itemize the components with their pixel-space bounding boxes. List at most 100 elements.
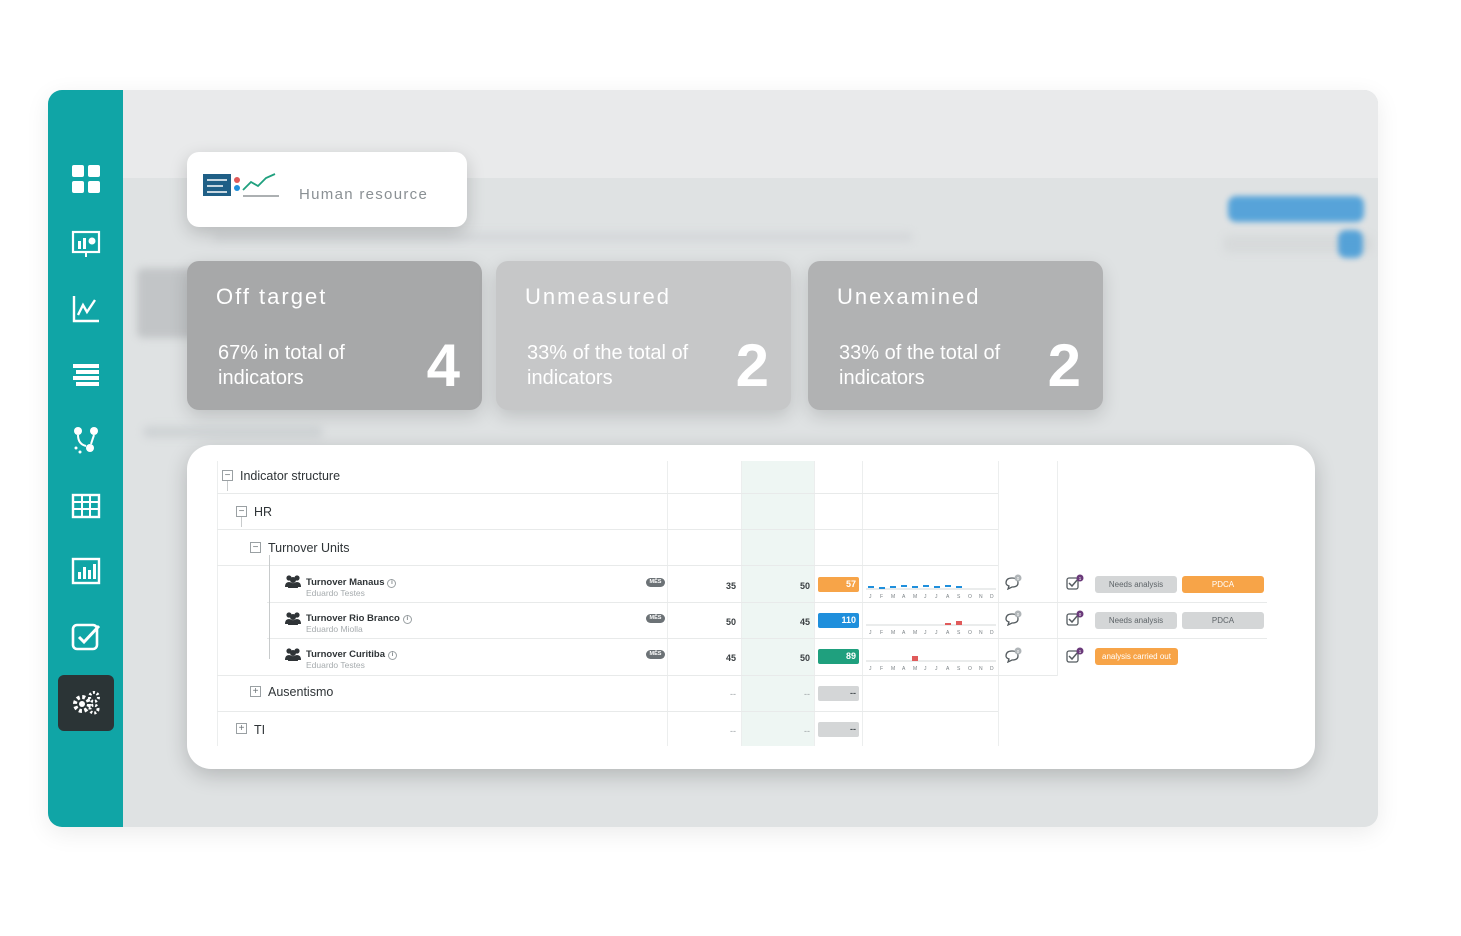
period-badge: MÊS <box>646 578 665 587</box>
module-title: Human resource <box>299 186 429 203</box>
background-label <box>143 426 323 438</box>
line-chart-icon[interactable] <box>58 281 114 337</box>
result-badge[interactable]: -- <box>818 686 859 701</box>
team-icon <box>285 575 301 588</box>
column-divider <box>741 461 742 746</box>
list-icon[interactable] <box>58 347 114 403</box>
target-value: 35 <box>725 581 736 591</box>
tree-subgroup-label[interactable]: Turnover Units <box>268 541 350 555</box>
tree-group-label[interactable]: HR <box>254 505 272 519</box>
svg-text:F: F <box>880 594 883 599</box>
svg-text:J: J <box>924 594 927 599</box>
svg-text:N: N <box>979 594 983 599</box>
result-badge[interactable]: 57 <box>818 577 859 592</box>
row-divider <box>267 602 1267 603</box>
svg-text:A: A <box>946 666 950 671</box>
expand-toggle[interactable]: + <box>236 723 247 734</box>
stat-subtitle: 33% of the total of indicators <box>527 342 689 389</box>
svg-text:O: O <box>968 666 972 671</box>
indicator-owner: Eduardo Testes <box>306 588 365 598</box>
svg-text:S: S <box>957 630 961 635</box>
module-header-card: Human resource <box>187 152 467 227</box>
monthly-sparkline: JFMAMJJASOND <box>866 621 996 635</box>
previous-value: -- <box>804 689 810 699</box>
stat-value: 2 <box>1047 332 1081 399</box>
workflow-icon[interactable] <box>58 412 114 468</box>
comments-icon[interactable]: 0 <box>1004 574 1022 590</box>
table-icon[interactable] <box>58 478 114 534</box>
svg-text:M: M <box>891 594 895 599</box>
presentation-icon[interactable] <box>58 216 114 272</box>
svg-text:M: M <box>913 666 917 671</box>
svg-text:J: J <box>935 594 938 599</box>
unmeasured-card[interactable]: Unmeasured 33% of the total of indicator… <box>496 261 791 410</box>
target-value: -- <box>730 689 736 699</box>
status-badge[interactable]: Needs analysis <box>1095 612 1177 629</box>
result-badge[interactable]: 89 <box>818 649 859 664</box>
status-badge[interactable]: analysis carried out <box>1095 648 1178 665</box>
bar-report-icon[interactable] <box>58 543 114 599</box>
tree-connector <box>269 555 270 659</box>
comments-icon[interactable]: 0 <box>1004 647 1022 663</box>
svg-text:F: F <box>880 666 883 671</box>
indicator-name[interactable]: Turnover Rio Branco i <box>306 613 412 624</box>
tree-root-label: Indicator structure <box>240 469 341 483</box>
target-value: -- <box>730 726 736 736</box>
svg-text:M: M <box>913 594 917 599</box>
svg-text:J: J <box>869 594 872 599</box>
tree-group-label[interactable]: TI <box>254 723 265 737</box>
indicator-table-card: − Indicator structure − HR − Turnover Un… <box>187 445 1315 769</box>
svg-text:A: A <box>946 594 950 599</box>
collapse-toggle[interactable]: − <box>222 470 233 481</box>
tree-group-label[interactable]: Ausentismo <box>268 685 333 699</box>
actions-check-icon[interactable]: 1 <box>1066 647 1084 663</box>
row-divider <box>217 711 998 712</box>
tree-connector <box>227 481 228 491</box>
svg-text:A: A <box>902 594 906 599</box>
hr-logo-icon <box>203 173 279 197</box>
previous-value: 50 <box>799 653 810 663</box>
dashboard-grid-icon[interactable] <box>58 151 114 207</box>
column-divider <box>667 461 668 746</box>
collapse-toggle[interactable]: − <box>250 542 261 553</box>
row-divider <box>217 493 998 494</box>
svg-text:M: M <box>891 630 895 635</box>
info-icon[interactable]: i <box>402 615 412 624</box>
target-value: 50 <box>725 617 736 627</box>
actions-check-icon[interactable]: 0 <box>1066 610 1084 626</box>
collapse-toggle[interactable]: − <box>236 506 247 517</box>
status-badge[interactable]: Needs analysis <box>1095 576 1177 593</box>
info-icon[interactable]: i <box>387 579 397 588</box>
svg-text:J: J <box>924 630 927 635</box>
stat-title: Off target <box>216 284 328 309</box>
settings-gears-icon[interactable] <box>58 675 114 731</box>
row-divider <box>217 675 1057 676</box>
result-badge[interactable]: -- <box>818 722 859 737</box>
svg-text:D: D <box>990 594 994 599</box>
unexamined-card[interactable]: Unexamined 33% of the total of indicator… <box>808 261 1103 410</box>
info-icon[interactable]: i <box>388 651 397 660</box>
background-action-button <box>1228 196 1364 222</box>
checklist-icon[interactable] <box>58 608 114 664</box>
pdca-button[interactable]: PDCA <box>1182 612 1264 629</box>
off-target-card[interactable]: Off target 67% in total of indicators 4 <box>187 261 482 410</box>
svg-text:D: D <box>990 666 994 671</box>
comments-icon[interactable]: 0 <box>1004 610 1022 626</box>
column-divider <box>998 461 999 746</box>
svg-text:J: J <box>869 666 872 671</box>
indicator-owner: Eduardo Miolla <box>306 624 363 634</box>
svg-text:S: S <box>957 594 961 599</box>
svg-text:O: O <box>968 594 972 599</box>
column-divider <box>1057 461 1058 676</box>
target-value: 45 <box>725 653 736 663</box>
indicator-name[interactable]: Turnover Curitiba i <box>306 649 397 660</box>
pdca-button[interactable]: PDCA <box>1182 576 1264 593</box>
expand-toggle[interactable]: + <box>250 686 261 697</box>
previous-value: 50 <box>799 581 810 591</box>
svg-text:S: S <box>957 666 961 671</box>
result-badge[interactable]: 110 <box>818 613 859 628</box>
indicator-name[interactable]: Turnover Manaus i <box>306 577 397 588</box>
actions-check-icon[interactable]: 1 <box>1066 574 1084 590</box>
indicator-owner: Eduardo Testes <box>306 660 365 670</box>
period-badge: MÊS <box>646 650 665 659</box>
